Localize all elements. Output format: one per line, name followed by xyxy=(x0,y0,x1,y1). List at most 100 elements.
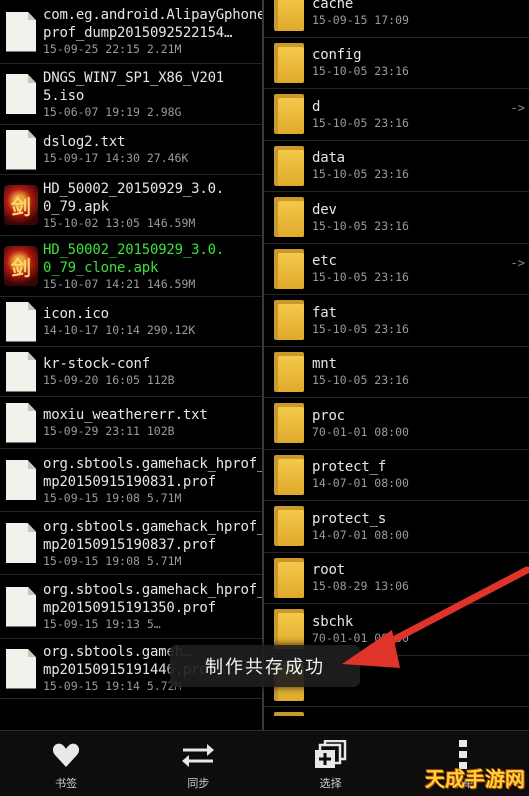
file-text: HD_50002_20150929_3.0. 0_79_clone.apk 15-1… xyxy=(39,241,262,292)
file-row[interactable]: org.sbtools.gamehack_hprof_du mp201509151… xyxy=(0,575,262,639)
file-name: com.eg.android.AlipayGphone_h xyxy=(43,7,262,23)
apk-icon: 剑 xyxy=(3,183,39,227)
folder-name: etc xyxy=(312,253,337,270)
folder-icon xyxy=(274,197,304,238)
folder-text: data 15-10-05 23:16 xyxy=(304,149,409,182)
file-row[interactable]: 剑 HD_50002_20150929_3.0. 0_79_clone.apk 15-… xyxy=(0,236,262,297)
file-row[interactable]: com.eg.android.AlipayGphone_h prof_dump20… xyxy=(0,0,262,64)
folder-name: protect_s xyxy=(312,510,387,527)
folder-row[interactable]: fat 15-10-05 23:16 xyxy=(264,295,529,347)
file-meta: 15-10-02 13:05 146.59M xyxy=(43,215,196,230)
file-text: moxiu_weathererr.txt 15-09-29 23:11 102B xyxy=(39,406,262,439)
folder-meta: 15-10-05 23:16 xyxy=(312,167,409,182)
folder-icon xyxy=(274,712,304,716)
folder-meta: 15-08-29 13:06 xyxy=(312,579,409,594)
bookmark-label: 书签 xyxy=(55,776,78,790)
folder-row[interactable]: sdcard xyxy=(264,707,529,716)
file-name: org.sbtools.gamehack_hprof_du xyxy=(43,518,262,535)
folder-meta: 15-10-05 23:16 xyxy=(312,270,409,285)
folder-icon xyxy=(274,0,304,32)
file-icon xyxy=(3,72,39,116)
select-label: 选择 xyxy=(319,776,342,790)
file-text: org.sbtools.gamehack_hprof_du mp201509151… xyxy=(39,581,262,632)
folder-icon xyxy=(274,42,304,83)
file-row[interactable]: org.sbtools.gamehack_hprof_du mp201509151… xyxy=(0,512,262,575)
file-text: org.sbtools.gamehack_hprof_du mp201509151… xyxy=(39,518,262,569)
folder-meta: 15-10-05 23:16 xyxy=(312,373,409,388)
sync-label: 同步 xyxy=(187,776,210,790)
sync-button[interactable]: 同步 xyxy=(132,731,264,796)
file-meta: 15-09-17 14:30 27.46K xyxy=(43,151,189,165)
file-meta: 14-10-17 10:14 290.12K xyxy=(43,323,196,337)
file-meta: 15-09-15 19:13 5… xyxy=(43,617,161,631)
folder-row[interactable]: proc 70-01-01 08:00 xyxy=(264,398,529,450)
file-name: HD_50002_20150929_3.0. xyxy=(43,180,225,197)
file-row[interactable]: DNGS_WIN7_SP1_X86_V201 5.iso 15-06-07 19:1… xyxy=(0,64,262,125)
file-text: dslog2.txt 15-09-17 14:30 27.46K xyxy=(39,133,262,166)
file-name: org.sbtools.gamehack_hprof_du xyxy=(43,582,262,598)
folder-row[interactable]: config 15-10-05 23:16 xyxy=(264,38,529,89)
folder-name: d xyxy=(312,98,321,115)
folder-text: proc 70-01-01 08:00 xyxy=(304,407,409,440)
folder-text: etc 15-10-05 23:16 xyxy=(304,252,409,285)
file-icon xyxy=(3,350,39,394)
folder-text: config 15-10-05 23:16 xyxy=(304,46,409,79)
folder-text: mnt 15-10-05 23:16 xyxy=(304,355,409,388)
file-row[interactable]: moxiu_weathererr.txt 15-09-29 23:11 102B xyxy=(0,397,262,449)
folder-icon xyxy=(274,145,304,186)
symlink-arrow-icon: -> xyxy=(510,101,525,115)
file-name: mp20150915190831.prof xyxy=(43,473,216,490)
left-pane-file-list[interactable]: com.eg.android.AlipayGphone_h prof_dump20… xyxy=(0,0,264,730)
folder-text: sbchk 70-01-01 08:00 xyxy=(304,613,409,646)
folder-meta: 70-01-01 08:00 xyxy=(312,630,409,645)
folder-row[interactable]: dev 15-10-05 23:16 xyxy=(264,192,529,244)
file-meta: 15-09-25 22:15 2.21M xyxy=(43,42,182,56)
folder-row[interactable]: mnt 15-10-05 23:16 xyxy=(264,347,529,398)
folder-row[interactable]: protect_f 14-07-01 08:00 xyxy=(264,450,529,501)
folder-row[interactable]: etc 15-10-05 23:16 -> xyxy=(264,244,529,295)
file-text: DNGS_WIN7_SP1_X86_V201 5.iso 15-06-07 19:1… xyxy=(39,69,262,120)
folder-icon xyxy=(274,557,304,598)
folder-meta: 14-07-01 08:00 xyxy=(312,527,409,542)
file-meta: 15-09-29 23:11 102B xyxy=(43,424,175,438)
file-row[interactable]: 剑 HD_50002_20150929_3.0. 0_79.apk 15-10-02 … xyxy=(0,175,262,236)
folder-row[interactable]: data 15-10-05 23:16 xyxy=(264,141,529,192)
folder-meta: 15-10-05 23:16 xyxy=(312,218,409,233)
folder-name: root xyxy=(312,562,345,579)
swap-arrows-icon xyxy=(181,737,215,773)
folder-row[interactable]: d 15-10-05 23:16 -> xyxy=(264,89,529,141)
file-row[interactable]: org.sbtools.gamehack_hprof_du mp201509151… xyxy=(0,449,262,512)
file-name: mp20150915190837.prof xyxy=(43,536,216,553)
bookmark-button[interactable]: 书签 xyxy=(0,731,132,796)
folder-icon xyxy=(274,454,304,495)
folder-text: dev 15-10-05 23:16 xyxy=(304,201,409,234)
folder-row[interactable]: protect_s 14-07-01 08:00 xyxy=(264,501,529,553)
folder-name: protect_f xyxy=(312,459,387,476)
file-icon xyxy=(3,521,39,565)
folder-meta: 15-10-05 23:16 xyxy=(312,64,409,79)
file-text: com.eg.android.AlipayGphone_h prof_dump20… xyxy=(39,6,262,57)
folder-meta: 15-09-15 17:09 xyxy=(312,12,409,27)
file-icon xyxy=(3,458,39,502)
file-row[interactable]: icon.ico 14-10-17 10:14 290.12K xyxy=(0,297,262,347)
folder-icon xyxy=(274,609,304,650)
file-name: HD_50002_20150929_3.0. xyxy=(43,241,225,258)
file-row[interactable]: kr-stock-conf 15-09-20 16:05 112B xyxy=(0,347,262,397)
file-panes: com.eg.android.AlipayGphone_h prof_dump20… xyxy=(0,0,529,730)
folder-row[interactable]: cache 15-09-15 17:09 xyxy=(264,0,529,38)
folder-text: protect_s 14-07-01 08:00 xyxy=(304,510,409,543)
file-meta: 15-06-07 19:19 2.98G xyxy=(43,104,182,119)
right-pane-folder-list[interactable]: cache 15-09-15 17:09 config 15-10-05 23:16 d… xyxy=(264,0,529,716)
folder-name: fat xyxy=(312,304,337,321)
file-icon xyxy=(3,401,39,445)
file-name: 0_79.apk xyxy=(43,198,109,215)
file-icon xyxy=(3,10,39,54)
file-row[interactable]: dslog2.txt 15-09-17 14:30 27.46K xyxy=(0,125,262,175)
folder-name: data xyxy=(312,150,345,167)
folder-icon xyxy=(274,94,304,135)
heart-icon xyxy=(52,737,80,773)
folder-icon xyxy=(274,506,304,547)
file-name: moxiu_weathererr.txt xyxy=(43,407,208,423)
folder-row[interactable]: root 15-08-29 13:06 xyxy=(264,553,529,604)
select-button[interactable]: 选择 xyxy=(265,731,397,796)
